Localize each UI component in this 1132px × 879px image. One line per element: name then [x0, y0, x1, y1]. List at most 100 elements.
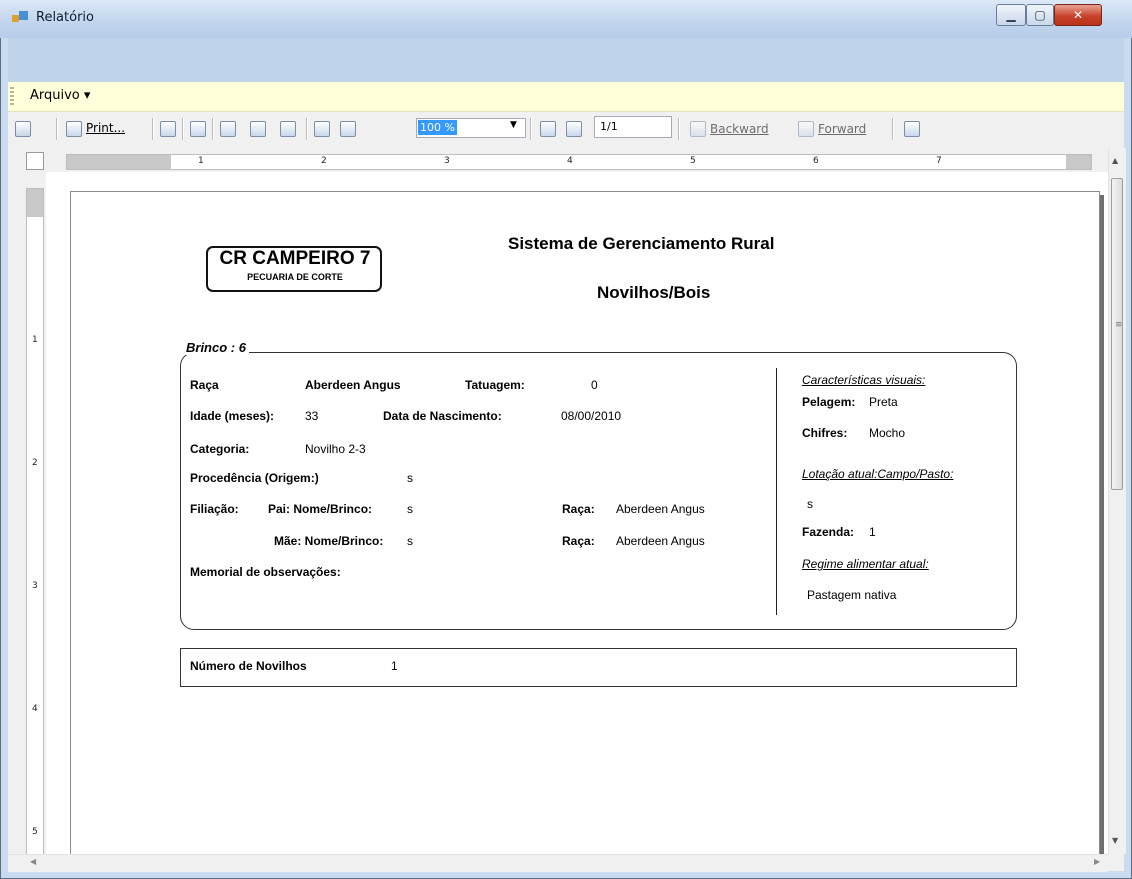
- page-number-input[interactable]: 1/1: [594, 116, 672, 138]
- procedencia-label: Procedência (Origem:): [190, 471, 319, 485]
- categoria-value: Novilho 2-3: [305, 442, 366, 456]
- lotacao-label: Lotação atual:Campo/Pasto:: [802, 467, 954, 481]
- close-button[interactable]: ✕: [1054, 4, 1102, 26]
- zoom-in-icon[interactable]: [340, 121, 356, 137]
- single-page-icon[interactable]: [220, 121, 236, 137]
- scroll-left-icon[interactable]: ◀: [30, 857, 36, 866]
- tatuagem-label: Tatuagem:: [465, 378, 525, 392]
- numero-novilhos-label: Número de Novilhos: [190, 659, 307, 673]
- scroll-right-icon[interactable]: ▶: [1094, 857, 1100, 866]
- maximize-button[interactable]: ▢: [1026, 4, 1054, 26]
- ruler-number: 2: [32, 458, 38, 468]
- scroll-up-icon[interactable]: ▲: [1112, 156, 1118, 165]
- tatuagem-value: 0: [591, 378, 598, 392]
- ruler-number: 1: [32, 335, 38, 345]
- caracteristicas-label: Características visuais:: [802, 373, 926, 387]
- edit-icon[interactable]: [904, 121, 920, 137]
- mae-raca-label: Raça:: [562, 534, 595, 548]
- backward-icon[interactable]: [690, 121, 706, 137]
- ruler-number: 3: [32, 581, 38, 591]
- forward-button[interactable]: Forward: [818, 122, 866, 140]
- vertical-ruler: [26, 188, 44, 856]
- pelagem-label: Pelagem:: [802, 395, 856, 409]
- logo-title: CR CAMPEIRO 7: [219, 248, 371, 269]
- toolbar-separator: [678, 118, 680, 140]
- minimize-button[interactable]: ▁: [996, 4, 1026, 26]
- toolbar-separator: [182, 118, 184, 140]
- chevron-down-icon[interactable]: ▼: [510, 120, 517, 130]
- procedencia-value: s: [407, 471, 413, 485]
- memorial-label: Memorial de observações:: [190, 565, 341, 579]
- fazenda-value: 1: [869, 525, 876, 539]
- lotacao-value: s: [807, 497, 813, 511]
- idade-label: Idade (meses):: [190, 409, 275, 423]
- numero-novilhos-value: 1: [391, 659, 398, 673]
- pelagem-value: Preta: [869, 395, 898, 409]
- mae-label: Mãe: Nome/Brinco:: [274, 534, 384, 548]
- backward-button[interactable]: Backward: [710, 122, 769, 140]
- next-page-icon[interactable]: [566, 121, 582, 137]
- idade-value: 33: [305, 409, 319, 423]
- ruler-number: 1: [198, 156, 204, 166]
- pai-raca-label: Raça:: [562, 502, 595, 516]
- ruler-number: 6: [813, 156, 819, 166]
- horizontal-scrollbar[interactable]: [8, 854, 1108, 872]
- vertical-scroll-thumb[interactable]: [1111, 178, 1123, 490]
- header-strip: [8, 38, 1124, 82]
- toolbar-separator: [530, 118, 532, 140]
- pai-value: s: [407, 502, 413, 516]
- menu-grip-icon: [10, 87, 14, 107]
- pai-raca-value: Aberdeen Angus: [616, 502, 705, 516]
- toolbar-separator: [306, 118, 308, 140]
- report-title: Sistema de Gerenciamento Rural: [508, 234, 775, 253]
- scroll-down-icon[interactable]: ▼: [1112, 836, 1118, 845]
- zoom-value[interactable]: 100 %: [418, 120, 457, 135]
- ruler-number: 4: [567, 156, 573, 166]
- multiple-pages-icon[interactable]: [250, 121, 266, 137]
- card-divider: [776, 368, 777, 615]
- fazenda-label: Fazenda:: [802, 525, 855, 539]
- pai-label: Pai: Nome/Brinco:: [268, 502, 373, 516]
- printer-icon[interactable]: [66, 121, 82, 137]
- copy-page-icon[interactable]: [160, 121, 176, 137]
- ruler-corner[interactable]: [26, 152, 44, 170]
- toolbar-separator: [212, 118, 214, 140]
- title-bar[interactable]: [0, 0, 1132, 38]
- ruler-number: 7: [936, 156, 942, 166]
- continuous-icon[interactable]: [280, 121, 296, 137]
- toolbar-separator: [56, 118, 58, 140]
- ruler-number: 5: [32, 827, 38, 837]
- ruler-number: 3: [444, 156, 450, 166]
- regime-label: Regime alimentar atual:: [802, 557, 929, 571]
- nascimento-value: 08/00/2010: [561, 409, 622, 423]
- chifres-label: Chifres:: [802, 426, 848, 440]
- brinco-heading: Brinco : 6: [186, 340, 249, 355]
- regime-value: Pastagem nativa: [807, 588, 897, 602]
- print-button[interactable]: Print...: [86, 121, 125, 139]
- find-icon[interactable]: [190, 121, 206, 137]
- filiacao-label: Filiação:: [190, 502, 239, 516]
- nascimento-label: Data de Nascimento:: [383, 409, 502, 423]
- raca-value: Aberdeen Angus: [305, 378, 401, 392]
- report-subtitle: Novilhos/Bois: [597, 283, 711, 302]
- copy-icon[interactable]: [15, 121, 31, 137]
- raca-label: Raça: [190, 378, 219, 392]
- menu-arquivo[interactable]: Arquivo ▾: [30, 88, 90, 103]
- ruler-margin-top: [27, 189, 43, 217]
- mae-raca-value: Aberdeen Angus: [616, 534, 705, 548]
- previous-page-icon[interactable]: [540, 121, 556, 137]
- mae-value: s: [407, 534, 413, 548]
- grip-icon: ≡: [1115, 320, 1123, 330]
- ruler-number: 5: [690, 156, 696, 166]
- menu-bar: [8, 82, 1124, 112]
- window-title: Relatório: [36, 10, 94, 25]
- forward-icon[interactable]: [798, 121, 814, 137]
- zoom-out-icon[interactable]: [314, 121, 330, 137]
- ruler-margin-left: [67, 155, 171, 169]
- toolbar-separator: [892, 118, 894, 140]
- ruler-margin-right: [1066, 155, 1091, 169]
- chifres-value: Mocho: [869, 426, 906, 440]
- ruler-number: 2: [321, 156, 327, 166]
- app-icon: [12, 11, 28, 22]
- ruler-number: 4: [32, 704, 38, 714]
